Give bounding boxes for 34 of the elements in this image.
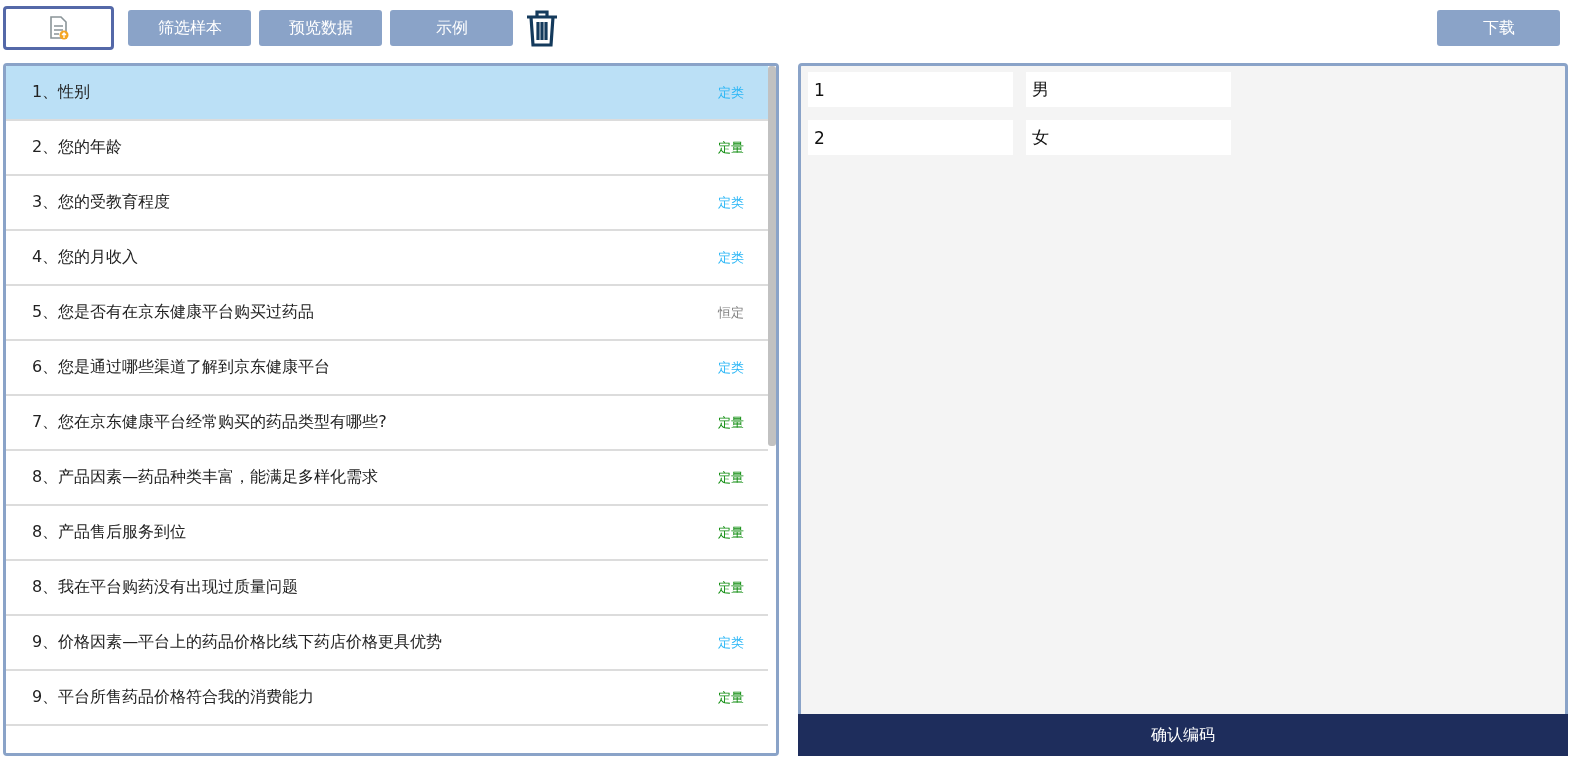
question-label: 2、您的年龄 xyxy=(32,137,123,158)
question-label: 6、您是通过哪些渠道了解到京东健康平台 xyxy=(32,357,331,378)
question-label: 7、您在京东健康平台经常购买的药品类型有哪些? xyxy=(32,412,387,433)
question-list-item[interactable]: 1、性别 定类 xyxy=(6,66,768,121)
question-label: 1、性别 xyxy=(32,82,91,103)
variable-type-tag: 定类 xyxy=(718,358,744,377)
confirm-coding-button[interactable]: 确认编码 xyxy=(798,714,1568,756)
question-label: 4、您的月收入 xyxy=(32,247,139,268)
variable-type-tag: 定量 xyxy=(718,578,744,597)
scrollbar-thumb[interactable] xyxy=(768,66,776,446)
question-label: 3、您的受教育程度 xyxy=(32,192,171,213)
question-label: 9、平台所售药品价格符合我的消费能力 xyxy=(32,687,315,708)
label-field[interactable]: 女 xyxy=(1026,120,1231,155)
variable-type-tag: 定类 xyxy=(718,248,744,267)
question-label: 9、价格因素—平台上的药品价格比线下药店价格更具优势 xyxy=(32,632,443,653)
variable-type-tag: 定量 xyxy=(718,138,744,157)
variable-type-tag: 定量 xyxy=(718,688,744,707)
trash-icon[interactable] xyxy=(525,9,559,47)
variable-type-tag: 恒定 xyxy=(718,303,744,322)
variable-type-tag: 定量 xyxy=(718,413,744,432)
variable-type-tag: 定量 xyxy=(718,523,744,542)
question-label: 8、产品售后服务到位 xyxy=(32,522,187,543)
label-field[interactable]: 男 xyxy=(1026,72,1231,107)
question-label: 5、您是否有在京东健康平台购买过药品 xyxy=(32,302,315,323)
code-field[interactable]: 2 xyxy=(808,120,1013,155)
variable-type-tag: 定类 xyxy=(718,193,744,212)
question-label: 8、我在平台购药没有出现过质量问题 xyxy=(32,577,299,598)
code-field[interactable]: 1 xyxy=(808,72,1013,107)
variable-type-tag: 定类 xyxy=(718,633,744,652)
upload-file-button[interactable] xyxy=(3,6,114,50)
file-upload-icon xyxy=(47,16,70,40)
question-label: 8、产品因素—药品种类丰富，能满足多样化需求 xyxy=(32,467,379,488)
variable-type-tag: 定类 xyxy=(718,83,744,102)
variable-type-tag: 定量 xyxy=(718,468,744,487)
